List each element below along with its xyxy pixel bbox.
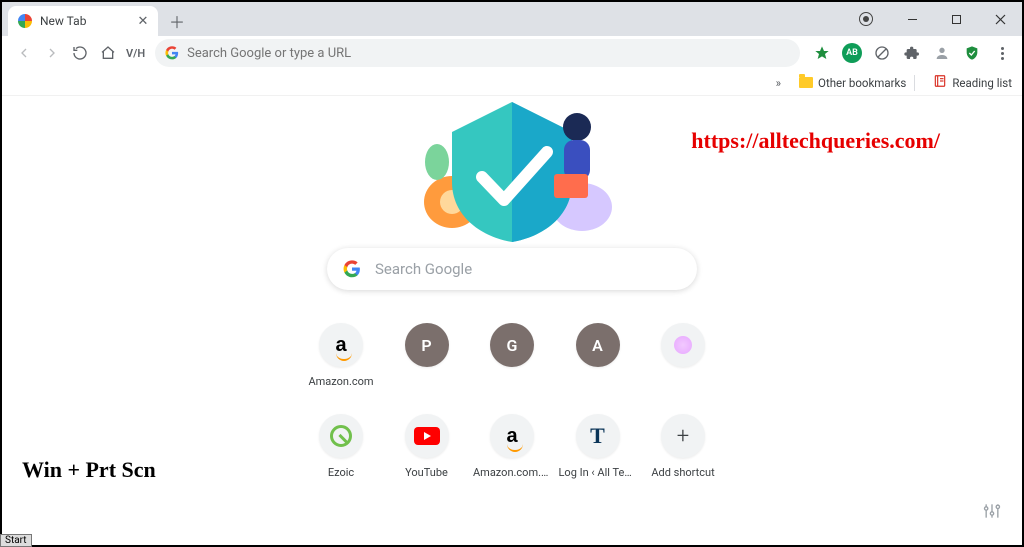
shortcut-label: Ezoic <box>328 466 354 479</box>
record-indicator-icon <box>846 4 890 34</box>
shortcuts-grid: a Amazon.com PGA Ezoic YouTube a Amazon.com. … <box>302 313 722 479</box>
profile-avatar-icon[interactable] <box>930 41 954 65</box>
nav-reload-button[interactable] <box>66 39 94 67</box>
taskbar-start-fragment: Start <box>0 534 32 547</box>
browser-menu-button[interactable] <box>990 41 1014 65</box>
reading-list-label: Reading list <box>952 76 1012 90</box>
bookmark-star-icon[interactable] <box>810 41 834 65</box>
titlebar: New Tab ✕ ＋ <box>2 2 1022 36</box>
google-logo-icon <box>343 260 361 278</box>
extensions-puzzle-icon[interactable] <box>900 41 924 65</box>
new-tab-button[interactable]: ＋ <box>164 8 190 34</box>
shortcut-label: Amazon.com <box>308 375 373 388</box>
shortcut-tile[interactable]: G <box>473 323 551 388</box>
separator <box>914 75 915 91</box>
toolbar: V/H AB <box>2 36 1022 70</box>
shortcut-tile[interactable]: YouTube <box>388 414 466 479</box>
window-minimize-button[interactable] <box>890 4 934 34</box>
extension-badge[interactable]: AB <box>840 41 864 65</box>
shortcut-tile[interactable]: a Amazon.com <box>302 323 380 388</box>
shortcut-icon <box>661 323 705 367</box>
shortcut-tile[interactable]: A <box>559 323 637 388</box>
shortcut-icon <box>319 414 363 458</box>
customize-button[interactable] <box>982 501 1002 525</box>
extension-area: AB <box>810 41 1014 65</box>
page-content: https://alltechqueries.com/ Win + Prt Sc… <box>4 98 1020 543</box>
reading-list-icon <box>933 74 947 91</box>
nav-forward-button[interactable] <box>38 39 66 67</box>
shortcut-tile[interactable]: + Add shortcut <box>644 414 722 479</box>
shortcut-icon: P <box>405 323 449 367</box>
shortcut-label: YouTube <box>405 466 448 479</box>
search-placeholder: Search Google <box>375 260 472 278</box>
google-icon <box>165 46 179 60</box>
tab-close-icon[interactable]: ✕ <box>136 14 150 28</box>
shortcut-tile[interactable]: Ezoic <box>302 414 380 479</box>
shortcut-label: Amazon.com. ... <box>473 466 551 479</box>
shortcut-label: Add shortcut <box>651 466 714 479</box>
browser-tab[interactable]: New Tab ✕ <box>8 6 158 36</box>
shortcut-icon: + <box>661 414 705 458</box>
shortcut-tile[interactable]: T Log In ‹ All Tec... <box>559 414 637 479</box>
vpn-indicator[interactable]: V/H <box>122 39 149 67</box>
shortcut-tile[interactable]: P <box>388 323 466 388</box>
window-controls <box>846 2 1022 36</box>
shortcut-icon: G <box>490 323 534 367</box>
extension-block-icon[interactable] <box>870 41 894 65</box>
shortcut-icon: T <box>576 414 620 458</box>
shield-check-icon[interactable] <box>960 41 984 65</box>
reading-list-button[interactable]: Reading list <box>933 74 1012 91</box>
window-maximize-button[interactable] <box>934 4 978 34</box>
shortcut-icon <box>405 414 449 458</box>
shortcut-icon: A <box>576 323 620 367</box>
tab-title: New Tab <box>40 14 136 28</box>
shortcut-icon: a <box>319 323 363 367</box>
shortcut-tile[interactable] <box>644 323 722 388</box>
tab-favicon <box>18 14 32 28</box>
other-bookmarks-label: Other bookmarks <box>818 76 906 90</box>
address-input[interactable] <box>187 46 790 61</box>
other-bookmarks-folder[interactable]: Other bookmarks <box>799 76 906 90</box>
shortcut-tile[interactable]: a Amazon.com. ... <box>473 414 551 479</box>
bookmarks-overflow-icon[interactable]: » <box>776 76 781 90</box>
nav-home-button[interactable] <box>94 39 122 67</box>
nav-back-button[interactable] <box>10 39 38 67</box>
search-box[interactable]: Search Google <box>327 248 697 290</box>
window-close-button[interactable] <box>978 4 1022 34</box>
watermark-text: https://alltechqueries.com/ <box>691 128 940 154</box>
shortcut-icon: a <box>490 414 534 458</box>
keyboard-hint-text: Win + Prt Scn <box>22 457 156 483</box>
hero-illustration <box>382 92 642 242</box>
address-bar[interactable] <box>155 39 800 67</box>
folder-icon <box>799 77 813 88</box>
shortcut-label: Log In ‹ All Tec... <box>559 466 637 479</box>
